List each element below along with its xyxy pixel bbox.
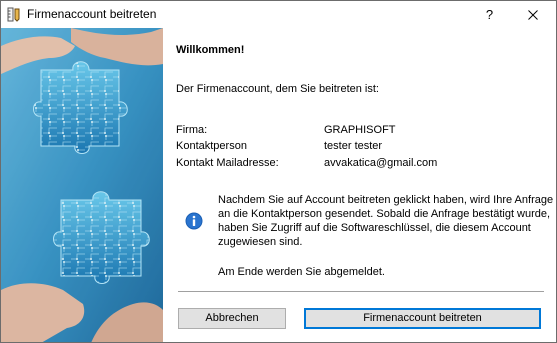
puzzle-hands-image <box>1 28 163 342</box>
intro-text: Der Firmenaccount, dem Sie beitreten ist… <box>176 83 379 95</box>
welcome-heading: Willkommen! <box>176 44 245 56</box>
cancel-button[interactable]: Abbrechen <box>178 308 286 329</box>
close-button[interactable] <box>510 1 555 28</box>
dialog-window: Firmenaccount beitreten ? Willkommen! De… <box>0 0 557 343</box>
help-button[interactable]: ? <box>467 1 512 28</box>
detail-row-company: Firma: GRAPHISOFT <box>176 124 546 140</box>
detail-row-contact: Kontaktperson tester tester <box>176 140 546 156</box>
join-company-account-button[interactable]: Firmenaccount beitreten <box>304 308 541 329</box>
email-label: Kontakt Mailadresse: <box>176 157 279 169</box>
window-title: Firmenaccount beitreten <box>27 7 157 21</box>
ruler-pencil-icon <box>7 7 21 22</box>
content-panel: Willkommen! Der Firmenaccount, dem Sie b… <box>176 28 556 342</box>
logout-note: Am Ende werden Sie abgemeldet. <box>218 266 385 278</box>
detail-row-email: Kontakt Mailadresse: avvakatica@gmail.co… <box>176 157 546 173</box>
info-icon <box>185 212 203 230</box>
info-message: Nachdem Sie auf Account beitreten geklic… <box>218 194 554 248</box>
email-value: avvakatica@gmail.com <box>324 157 438 169</box>
separator-line <box>178 291 544 292</box>
company-label: Firma: <box>176 124 208 136</box>
company-value: GRAPHISOFT <box>324 124 396 136</box>
contact-value: tester tester <box>324 140 383 152</box>
close-icon <box>527 10 538 20</box>
title-bar[interactable]: Firmenaccount beitreten ? <box>1 1 556 28</box>
contact-label: Kontaktperson <box>176 140 247 152</box>
